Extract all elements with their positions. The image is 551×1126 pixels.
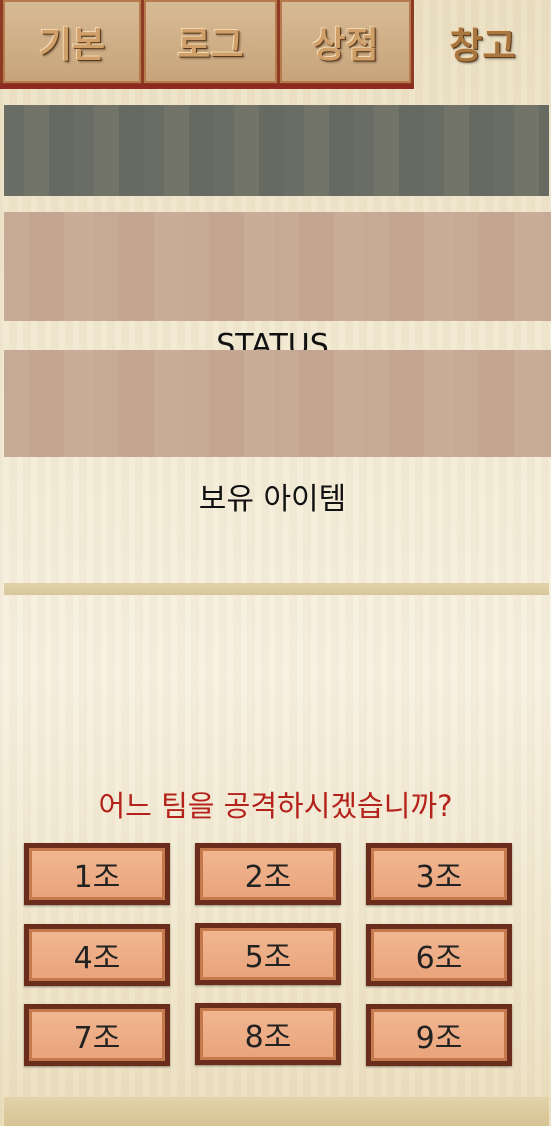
gray-panel (4, 105, 549, 196)
section-divider (4, 583, 549, 595)
team-9-button[interactable]: 9조 (366, 1004, 512, 1066)
team-3-button[interactable]: 3조 (366, 843, 512, 905)
team-8-button[interactable]: 8조 (195, 1003, 341, 1065)
tab-basic[interactable]: 기본 (0, 0, 144, 86)
attack-question: 어느 팀을 공격하시겠습니까? (98, 789, 453, 823)
status-panel-top (4, 212, 551, 321)
team-4-button[interactable]: 4조 (24, 924, 170, 986)
team-button-grid: 1조 2조 3조 4조 5조 6조 7조 8조 9조 (24, 843, 513, 1067)
team-6-button[interactable]: 6조 (366, 924, 512, 986)
team-5-button[interactable]: 5조 (195, 923, 341, 985)
team-7-button[interactable]: 7조 (24, 1004, 170, 1066)
tab-storage[interactable]: 창고 (414, 0, 551, 86)
tab-shop[interactable]: 상점 (277, 0, 414, 86)
team-2-button[interactable]: 2조 (195, 843, 341, 905)
owned-items-label: 보유 아이템 (198, 482, 347, 517)
status-panel-bottom (4, 350, 551, 457)
tab-bar: 기본 로그 상점 창고 (0, 0, 551, 90)
team-1-button[interactable]: 1조 (24, 843, 170, 905)
tab-log[interactable]: 로그 (141, 0, 280, 86)
bottom-band (4, 1097, 549, 1126)
tab-underline (0, 84, 414, 89)
